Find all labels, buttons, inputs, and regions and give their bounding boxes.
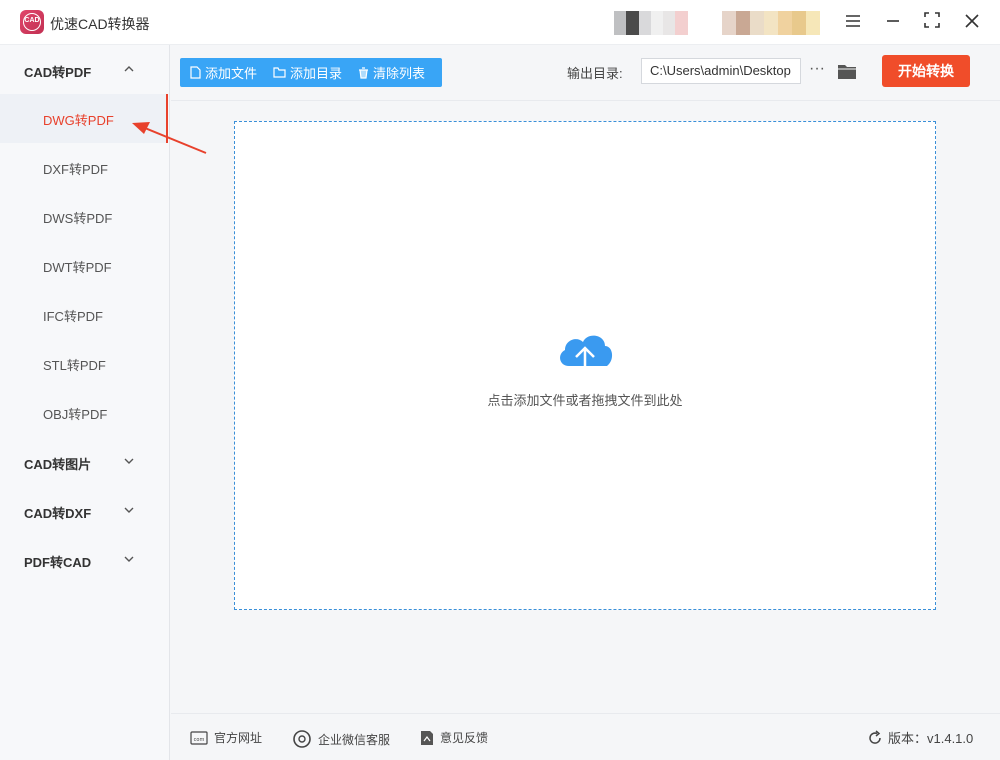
sidebar-item-label: OBJ转PDF	[43, 407, 108, 422]
website-icon: com	[190, 730, 208, 745]
feedback-link[interactable]: 意见反馈	[420, 729, 488, 746]
trash-icon	[359, 66, 369, 79]
sidebar-item-label: DWS转PDF	[43, 211, 113, 226]
browse-more-button[interactable]: ···	[807, 59, 827, 83]
file-actions-group: 添加文件 添加目录 清除列表	[180, 58, 442, 87]
sidebar-item-label: DWT转PDF	[43, 260, 112, 275]
user-name-blurred[interactable]	[722, 11, 820, 35]
add-folder-button[interactable]: 添加目录	[273, 63, 342, 82]
file-drop-zone[interactable]: 点击添加文件或者拖拽文件到此处	[234, 121, 936, 610]
close-icon[interactable]	[962, 12, 982, 32]
sidebar-item-dws-to-pdf[interactable]: DWS转PDF	[0, 192, 168, 241]
folder-outline-icon	[273, 67, 286, 78]
sidebar-group-cad-to-dxf[interactable]: CAD转DXF	[0, 486, 168, 535]
cloud-upload-icon	[560, 335, 613, 378]
file-icon	[190, 66, 201, 79]
app-logo: CAD	[20, 10, 44, 34]
user-avatar-blurred[interactable]	[614, 11, 700, 35]
chevron-down-icon	[124, 556, 134, 562]
sidebar-item-label: DWG转PDF	[43, 113, 114, 128]
sidebar-group-label: CAD转图片	[24, 457, 92, 472]
sidebar-group-cad-to-pdf[interactable]: CAD转PDF	[0, 45, 168, 94]
refresh-icon	[869, 729, 881, 744]
sidebar-group-pdf-to-cad[interactable]: PDF转CAD	[0, 535, 168, 584]
app-title: 优速CAD转换器	[50, 16, 150, 32]
official-website-link[interactable]: com 官方网址	[190, 729, 262, 746]
chevron-up-icon	[124, 66, 134, 72]
sidebar-group-label: PDF转CAD	[24, 555, 92, 570]
output-dir-input[interactable]: C:\Users\admin\Desktop	[641, 58, 801, 84]
sidebar-item-dwt-to-pdf[interactable]: DWT转PDF	[0, 241, 168, 290]
sidebar-item-ifc-to-pdf[interactable]: IFC转PDF	[0, 290, 168, 339]
version-info[interactable]: 版本：v1.4.1.0	[867, 728, 973, 747]
title-bar: CAD 优速CAD转换器	[0, 0, 1000, 45]
open-folder-icon[interactable]	[836, 60, 858, 82]
sidebar-group-cad-to-image[interactable]: CAD转图片	[0, 437, 168, 486]
output-dir-label: 输出目录:	[567, 66, 623, 81]
start-convert-button[interactable]: 开始转换	[882, 55, 970, 87]
maximize-icon[interactable]	[922, 12, 942, 32]
sidebar-item-obj-to-pdf[interactable]: OBJ转PDF	[0, 388, 168, 437]
chat-icon	[293, 730, 311, 748]
sidebar-group-label: CAD转DXF	[24, 506, 92, 521]
clear-list-button[interactable]: 清除列表	[358, 63, 425, 82]
chevron-down-icon	[124, 507, 134, 513]
sidebar-item-label: IFC转PDF	[43, 309, 103, 324]
sidebar-item-label: STL转PDF	[43, 358, 106, 373]
drop-hint-text: 点击添加文件或者拖拽文件到此处	[487, 393, 683, 408]
menu-icon[interactable]	[843, 12, 863, 32]
chevron-down-icon	[124, 458, 134, 464]
add-file-button[interactable]: 添加文件	[190, 63, 257, 82]
sidebar-group-label: CAD转PDF	[24, 65, 92, 80]
sidebar-item-label: DXF转PDF	[43, 162, 109, 177]
minimize-icon[interactable]	[883, 12, 903, 32]
footer: com 官方网址 企业微信客服 意见反馈 版本：v1.4.1.0	[171, 713, 1000, 760]
sidebar-item-stl-to-pdf[interactable]: STL转PDF	[0, 339, 168, 388]
annotation-arrow-icon	[132, 122, 207, 154]
feedback-icon	[421, 730, 433, 745]
toolbar: 添加文件 添加目录 清除列表 输出目录: C:\Users\admin\Desk…	[171, 45, 1000, 101]
wechat-support-link[interactable]: 企业微信客服	[292, 729, 390, 749]
svg-text:com: com	[194, 737, 205, 743]
